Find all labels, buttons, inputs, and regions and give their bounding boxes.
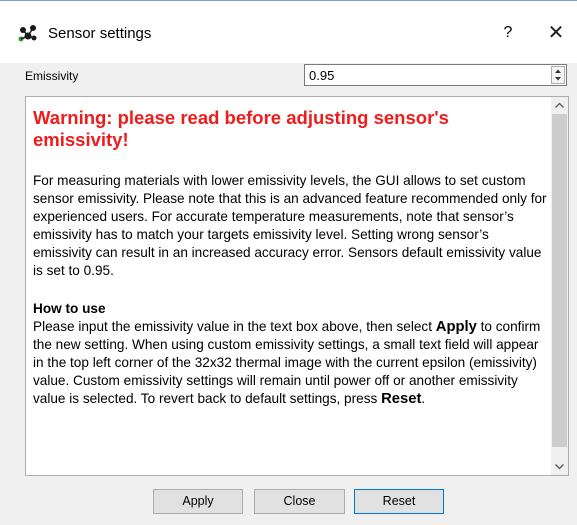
spin-down-icon[interactable] (552, 75, 564, 83)
howto-text-1: Please input the emissivity value in the… (33, 319, 436, 334)
reset-button[interactable]: Reset (354, 489, 444, 514)
title-bar: Sensor settings ? ✕ (0, 1, 577, 63)
howto-apply-word: Apply (435, 319, 477, 335)
sensor-settings-dialog: Sensor settings ? ✕ Emissivity Warning: … (0, 0, 577, 525)
info-text-area[interactable]: Warning: please read before adjusting se… (25, 96, 569, 476)
spin-arrows (551, 66, 565, 84)
info-text-content: Warning: please read before adjusting se… (33, 107, 548, 408)
description-paragraph: For measuring materials with lower emiss… (33, 173, 547, 278)
window-title: Sensor settings (48, 25, 152, 42)
howto-reset-word: Reset (381, 391, 422, 407)
vertical-scrollbar[interactable] (551, 97, 568, 475)
howto-paragraph: Please input the emissivity value in the… (33, 318, 548, 408)
warning-title: Warning: please read before adjusting se… (33, 107, 449, 150)
close-button[interactable]: Close (254, 489, 345, 514)
help-button[interactable]: ? (496, 21, 520, 45)
chevron-down-icon[interactable] (551, 458, 568, 475)
emissivity-label: Emissivity (25, 69, 79, 83)
scrollbar-thumb[interactable] (552, 114, 567, 447)
emissivity-spinbox[interactable] (304, 64, 567, 86)
apply-button[interactable]: Apply (153, 489, 243, 514)
sensor-app-icon (17, 24, 39, 44)
emissivity-input[interactable] (307, 66, 547, 84)
howto-text-3: . (421, 391, 426, 406)
howto-heading: How to use (33, 301, 106, 316)
chevron-up-icon[interactable] (551, 97, 568, 114)
close-window-button[interactable]: ✕ (544, 21, 568, 45)
spin-up-icon[interactable] (552, 67, 564, 75)
